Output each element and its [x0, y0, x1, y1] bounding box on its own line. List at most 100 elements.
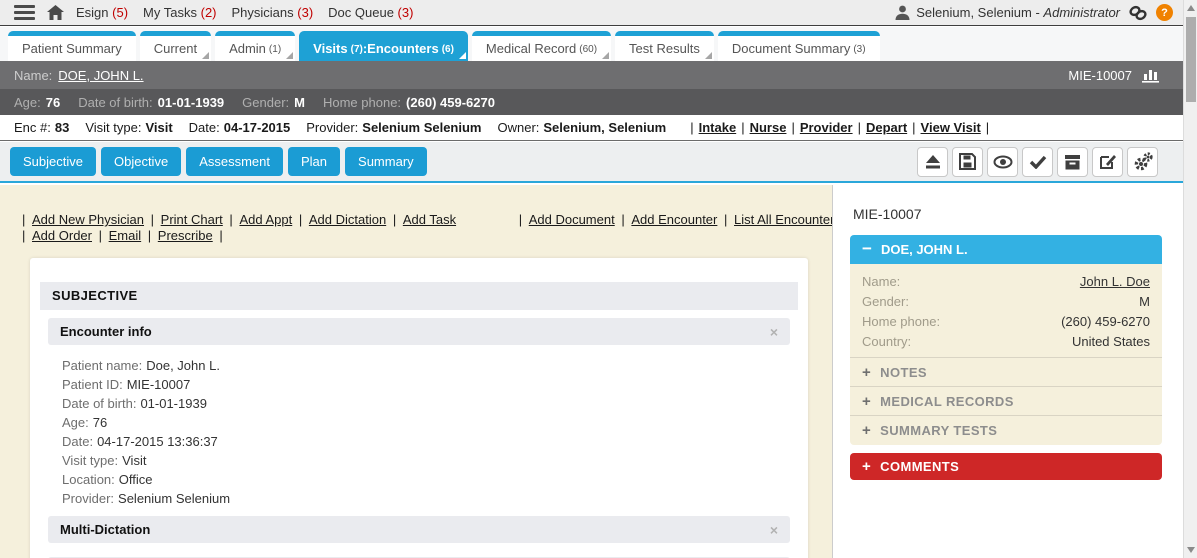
- provider-link[interactable]: Provider: [800, 120, 853, 135]
- chart-stats-icon[interactable]: [1142, 68, 1161, 83]
- tab-label: Medical Record: [486, 41, 576, 56]
- sidebar-row-country: Country:United States: [850, 331, 1162, 351]
- separator: |: [393, 212, 396, 227]
- sidebar-row-home-phone: Home phone:(260) 459-6270: [850, 311, 1162, 331]
- top-navigation-bar: Esign (5) My Tasks (2) Physicians (3) Do…: [0, 0, 1197, 26]
- add-encounter-link[interactable]: Add Encounter: [631, 212, 717, 227]
- sign-off-button[interactable]: [1022, 147, 1053, 177]
- archive-button[interactable]: [1057, 147, 1088, 177]
- scroll-down-arrow[interactable]: [1187, 547, 1195, 553]
- home-phone-field: Home phone:(260) 459-6270: [323, 95, 495, 110]
- accordion-summary-tests[interactable]: +SUMMARY TESTS: [850, 416, 1162, 445]
- view-visit-link[interactable]: View Visit: [921, 120, 981, 135]
- comments-button[interactable]: + COMMENTS: [850, 453, 1162, 480]
- plan-button[interactable]: Plan: [288, 147, 340, 176]
- settings-button[interactable]: [1127, 147, 1158, 177]
- nav-doc-queue[interactable]: Doc Queue (3): [328, 5, 413, 20]
- app-window: Esign (5) My Tasks (2) Physicians (3) Do…: [0, 0, 1197, 558]
- nurse-link[interactable]: Nurse: [750, 120, 787, 135]
- row-label: Country:: [862, 334, 911, 349]
- tab-test-results[interactable]: Test Results: [615, 31, 714, 61]
- main-content-area: | Add New Physician | Print Chart | Add …: [0, 185, 832, 558]
- link-chain-icon[interactable]: [1128, 5, 1148, 21]
- nav-my-tasks[interactable]: My Tasks (2): [143, 5, 216, 20]
- gender-label: Gender:: [242, 95, 289, 110]
- patient-name-link[interactable]: John L. Doe: [1080, 274, 1150, 289]
- field-provider: Provider:Selenium Selenium: [62, 489, 808, 508]
- list-all-encounters-link[interactable]: List All Encounters: [734, 212, 841, 227]
- multi-dictation-section-header[interactable]: Multi-Dictation ×: [48, 516, 790, 543]
- nav-my-tasks-count: (2): [201, 5, 217, 20]
- tab-visits-encounters[interactable]: Visits(7):Encounters(6): [299, 31, 468, 61]
- field-label: Date:: [62, 434, 93, 449]
- home-icon[interactable]: [47, 5, 64, 20]
- eye-icon: [993, 155, 1013, 169]
- dob-label: Date of birth:: [78, 95, 152, 110]
- field-label: Patient name:: [62, 358, 142, 373]
- objective-button[interactable]: Objective: [101, 147, 181, 176]
- tab-medical-record[interactable]: Medical Record(60): [472, 31, 611, 61]
- tab-current[interactable]: Current: [140, 31, 211, 61]
- nav-physicians-label: Physicians: [232, 5, 294, 20]
- save-button[interactable]: [952, 147, 983, 177]
- help-icon[interactable]: ?: [1156, 4, 1173, 21]
- gender-field: Gender:M: [242, 95, 305, 110]
- print-chart-link[interactable]: Print Chart: [161, 212, 223, 227]
- dob-field: Date of birth:01-01-1939: [78, 95, 224, 110]
- nav-physicians[interactable]: Physicians (3): [232, 5, 314, 20]
- patient-panel-header[interactable]: − DOE, JOHN L.: [850, 235, 1162, 264]
- archive-icon: [1064, 154, 1081, 170]
- scroll-up-arrow[interactable]: [1187, 5, 1195, 11]
- add-dictation-link[interactable]: Add Dictation: [309, 212, 386, 227]
- separator: |: [22, 228, 25, 243]
- intake-link[interactable]: Intake: [699, 120, 737, 135]
- nav-physicians-count: (3): [297, 5, 313, 20]
- row-label: Home phone:: [862, 314, 940, 329]
- patient-name-link[interactable]: DOE, JOHN L.: [58, 68, 143, 83]
- vertical-scrollbar[interactable]: [1183, 0, 1197, 558]
- patient-id: MIE-10007: [1068, 68, 1132, 83]
- subjective-button[interactable]: Subjective: [10, 147, 96, 176]
- edit-button[interactable]: [1092, 147, 1123, 177]
- assessment-button[interactable]: Assessment: [186, 147, 283, 176]
- collapse-icon[interactable]: −: [862, 239, 872, 259]
- add-appt-link[interactable]: Add Appt: [239, 212, 292, 227]
- encounter-info-section-header[interactable]: Encounter info ×: [48, 318, 790, 345]
- field-value: MIE-10007: [127, 377, 191, 392]
- nav-esign[interactable]: Esign (5): [76, 5, 128, 20]
- hamburger-menu-icon[interactable]: [14, 5, 35, 20]
- preview-button[interactable]: [987, 147, 1018, 177]
- accordion-medical-records[interactable]: +MEDICAL RECORDS: [850, 387, 1162, 416]
- add-task-link[interactable]: Add Task: [403, 212, 456, 227]
- tab-count: (60): [579, 44, 597, 55]
- tab-patient-summary[interactable]: Patient Summary: [8, 31, 136, 61]
- subjective-section-title: SUBJECTIVE: [40, 282, 798, 310]
- email-link[interactable]: Email: [109, 228, 142, 243]
- depart-link[interactable]: Depart: [866, 120, 907, 135]
- tab-document-summary[interactable]: Document Summary(3): [718, 31, 880, 61]
- accordion-notes[interactable]: +NOTES: [850, 358, 1162, 387]
- add-new-physician-link[interactable]: Add New Physician: [32, 212, 144, 227]
- summary-button[interactable]: Summary: [345, 147, 427, 176]
- field-value: Doe, John L.: [146, 358, 220, 373]
- field-location: Location:Office: [62, 470, 808, 489]
- user-icon: [895, 5, 910, 20]
- owner-value: Selenium, Selenium: [543, 120, 666, 135]
- tab-admin[interactable]: Admin(1): [215, 31, 295, 61]
- field-label: Patient ID:: [62, 377, 123, 392]
- add-order-link[interactable]: Add Order: [32, 228, 92, 243]
- name-label: Name:: [14, 68, 52, 83]
- prescribe-link[interactable]: Prescribe: [158, 228, 213, 243]
- close-icon[interactable]: ×: [770, 522, 778, 538]
- close-icon[interactable]: ×: [770, 324, 778, 340]
- subjective-card: SUBJECTIVE Encounter info × Patient name…: [30, 258, 808, 558]
- nav-my-tasks-label: My Tasks: [143, 5, 197, 20]
- scrollbar-thumb[interactable]: [1186, 17, 1196, 102]
- separator: |: [22, 212, 25, 227]
- toolbar-icon-cluster: [913, 147, 1158, 177]
- edit-pencil-icon: [1099, 153, 1117, 170]
- patient-panel-rows: Name:John L. Doe Gender:M Home phone:(26…: [850, 264, 1162, 357]
- add-document-link[interactable]: Add Document: [529, 212, 615, 227]
- visit-type-field: Visit type:Visit: [85, 120, 172, 135]
- eject-button[interactable]: [917, 147, 948, 177]
